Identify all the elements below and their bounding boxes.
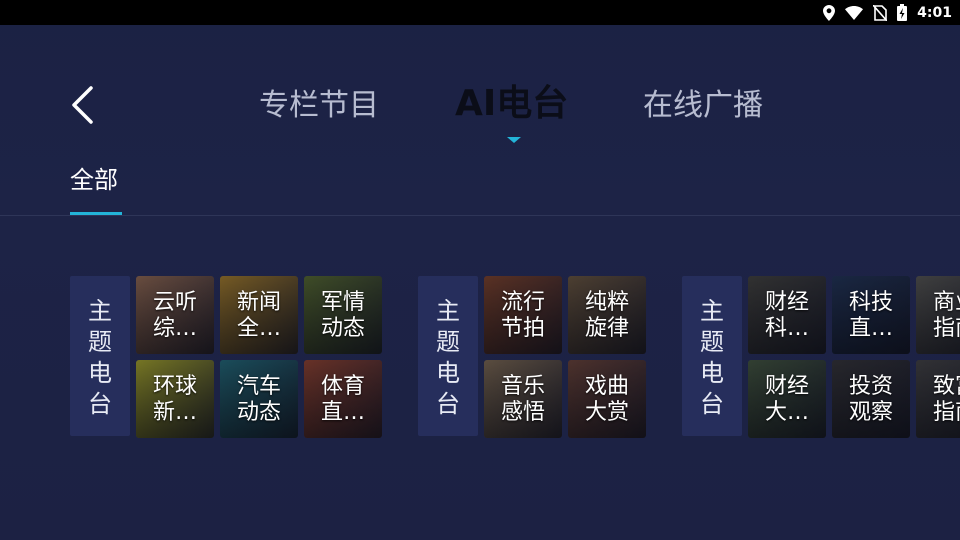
station-card[interactable]: 科技 直…: [832, 276, 910, 354]
station-card-title: 云听 综…: [152, 290, 197, 341]
station-card-title: 环球 新…: [152, 374, 197, 425]
station-card[interactable]: 投资 观察: [832, 360, 910, 438]
group-label-char: 主: [436, 297, 460, 325]
station-card-title: 音乐 感悟: [500, 374, 545, 425]
group-label-char: 题: [700, 328, 724, 356]
group-label: 主题电台: [70, 276, 130, 436]
station-card[interactable]: 流行 节拍: [484, 276, 562, 354]
group-label-char: 电: [436, 359, 460, 387]
station-card-title: 流行 节拍: [500, 290, 545, 341]
group-label-char: 电: [88, 359, 112, 387]
station-card-title: 财经 大…: [764, 374, 809, 425]
station-card[interactable]: 体育 直…: [304, 360, 382, 438]
status-bar: 4:01: [0, 0, 960, 25]
tab-ai-radio[interactable]: AI电台: [455, 76, 568, 132]
station-card-title: 军情 动态: [320, 290, 365, 341]
group-label-char: 电: [700, 359, 724, 387]
group-label-char: 台: [88, 390, 112, 418]
station-card-title: 科技 直…: [848, 290, 893, 341]
top-tabs: 专栏节目 AI电台 在线广播: [0, 78, 960, 138]
group-label: 主题电台: [682, 276, 742, 436]
active-tab-indicator: [507, 137, 521, 143]
group-label-char: 主: [88, 297, 112, 325]
station-card[interactable]: 财经 大…: [748, 360, 826, 438]
group-label-char: 台: [436, 390, 460, 418]
station-card[interactable]: 纯粹 旋律: [568, 276, 646, 354]
station-card[interactable]: 音乐 感悟: [484, 360, 562, 438]
station-card-title: 新闻 全…: [236, 290, 281, 341]
group-label: 主题电台: [418, 276, 478, 436]
location-icon: [823, 4, 836, 21]
station-card-title: 纯粹 旋律: [584, 290, 629, 341]
station-card-title: 汽车 动态: [236, 374, 281, 425]
divider: [0, 215, 960, 216]
station-card-title: 财经 科…: [764, 290, 809, 341]
station-card[interactable]: 军情 动态: [304, 276, 382, 354]
wifi-icon: [845, 5, 864, 20]
station-card[interactable]: 致富 指南: [916, 360, 960, 438]
station-card[interactable]: 戏曲 大赏: [568, 360, 646, 438]
battery-charging-icon: [897, 4, 908, 21]
station-card-title: 戏曲 大赏: [584, 374, 629, 425]
station-card[interactable]: 财经 科…: [748, 276, 826, 354]
status-time: 4:01: [917, 4, 952, 21]
station-card-title: 致富 指南: [932, 374, 960, 425]
station-card-title: 投资 观察: [848, 374, 893, 425]
group-label-char: 题: [88, 328, 112, 356]
subtab-all[interactable]: 全部: [70, 160, 118, 200]
tab-columns[interactable]: 专栏节目: [259, 78, 379, 134]
station-card[interactable]: 商业 指南: [916, 276, 960, 354]
station-card-title: 体育 直…: [320, 374, 365, 425]
no-sim-icon: [873, 4, 888, 21]
group-label-char: 主: [700, 297, 724, 325]
station-card[interactable]: 新闻 全…: [220, 276, 298, 354]
group-label-char: 题: [436, 328, 460, 356]
group-label-char: 台: [700, 390, 724, 418]
station-card[interactable]: 环球 新…: [136, 360, 214, 438]
station-card[interactable]: 汽车 动态: [220, 360, 298, 438]
station-card[interactable]: 云听 综…: [136, 276, 214, 354]
station-card-title: 商业 指南: [932, 290, 960, 341]
tab-online-broadcast[interactable]: 在线广播: [643, 78, 763, 134]
